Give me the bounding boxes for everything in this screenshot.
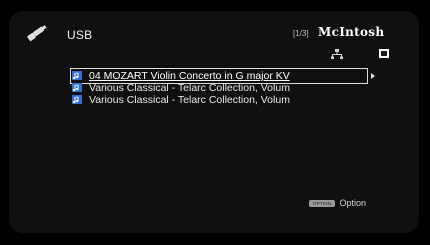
option-label: Option <box>339 198 366 208</box>
music-file-icon <box>72 95 82 104</box>
music-file-icon <box>72 71 82 80</box>
file-list-item[interactable]: Various Classical - Telarc Collection, V… <box>72 94 372 106</box>
option-hint[interactable]: OPTION Option <box>309 198 366 208</box>
file-list-item[interactable]: Various Classical - Telarc Collection, V… <box>72 82 372 94</box>
network-icon <box>331 49 343 59</box>
file-item-label: Various Classical - Telarc Collection, V… <box>89 82 290 94</box>
brand-logo: McIntosh <box>318 25 385 39</box>
usb-plug-icon <box>27 25 47 42</box>
file-item-label: Various Classical - Telarc Collection, V… <box>89 94 290 106</box>
page-indicator: [1/3] <box>293 29 309 38</box>
file-list: 04 MOZART Violin Concerto in G major KV … <box>70 68 375 106</box>
music-file-icon <box>72 83 82 92</box>
stop-icon <box>379 49 389 58</box>
option-key-badge: OPTION <box>309 199 336 207</box>
chevron-right-icon <box>371 73 375 79</box>
source-title: USB <box>67 28 93 42</box>
file-item-label: 04 MOZART Violin Concerto in G major KV <box>89 70 290 82</box>
file-list-item[interactable]: 04 MOZART Violin Concerto in G major KV <box>70 68 375 84</box>
